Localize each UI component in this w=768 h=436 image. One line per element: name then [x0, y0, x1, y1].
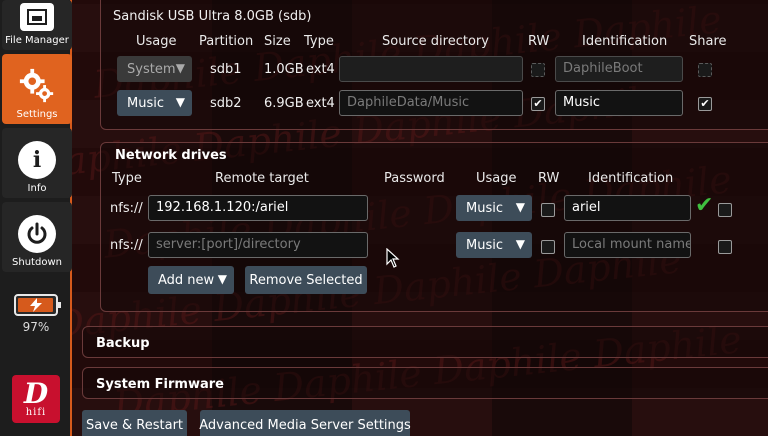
info-icon: i [18, 141, 56, 179]
source-input-sdb1[interactable] [339, 56, 523, 82]
battery-percent: 97% [22, 320, 50, 334]
charging-icon [30, 298, 42, 312]
caret-down-icon: ▼ [515, 237, 525, 251]
remote-target-input-2[interactable]: server:[port]/directory [148, 232, 368, 258]
partition-sdb1: sdb1 [210, 62, 242, 77]
usage-select-sdb2[interactable]: Music ▼ [117, 90, 192, 116]
add-new-dropdown[interactable]: Add new ▼ [148, 266, 234, 294]
caret-down-icon: ▼ [175, 95, 185, 109]
header-size: Size [264, 34, 291, 49]
header-net-type: Type [112, 171, 142, 186]
net-usage-select-2[interactable]: Music ▼ [456, 232, 532, 258]
battery-icon [14, 294, 61, 316]
net-identification-input-2[interactable]: Local mount name [564, 232, 691, 258]
gears-icon [18, 67, 56, 105]
sidebar: File Manager Settings i Info Shutdown 97… [0, 0, 72, 436]
net-rw-checkbox-2[interactable] [541, 240, 555, 254]
header-type: Type [304, 34, 334, 49]
sidebar-item-label: Info [27, 183, 47, 194]
sidebar-item-shutdown[interactable]: Shutdown [2, 202, 72, 272]
sidebar-item-label: File Manager [5, 35, 69, 46]
header-remote-target: Remote target [215, 171, 309, 186]
system-firmware-panel[interactable]: System Firmware [82, 367, 768, 399]
power-icon [18, 215, 56, 253]
rw-checkbox-sdb1[interactable] [531, 63, 545, 77]
caret-down-icon: ▼ [175, 61, 185, 75]
sidebar-item-settings[interactable]: Settings [2, 54, 72, 124]
type-sdb1: ext4 [306, 62, 335, 77]
net-rw-checkbox-1[interactable] [541, 203, 555, 217]
mouse-cursor-icon [386, 248, 400, 268]
caret-down-icon: ▼ [515, 200, 525, 214]
net-usage-select-1[interactable]: Music ▼ [456, 195, 532, 221]
rw-checkbox-sdb2[interactable]: ✔ [531, 97, 545, 111]
header-net-identification: Identification [588, 171, 674, 186]
advanced-media-server-settings-button[interactable]: Advanced Media Server Settings [199, 410, 411, 436]
size-sdb1: 1.0GB [264, 62, 304, 77]
header-usage: Usage [136, 34, 177, 49]
source-input-sdb2[interactable]: DaphileData/Music [339, 90, 523, 116]
identification-input-sdb2[interactable]: Music [555, 90, 683, 116]
caret-down-icon: ▼ [217, 272, 227, 286]
net-identification-input-1[interactable]: ariel [564, 195, 691, 221]
header-password: Password [384, 171, 445, 186]
net-select-checkbox-1[interactable] [718, 203, 732, 217]
network-drives-title: Network drives [115, 148, 227, 163]
header-net-rw: RW [538, 171, 560, 186]
sidebar-item-label: Settings [16, 109, 58, 120]
header-share: Share [689, 34, 727, 49]
sidebar-item-label: Shutdown [12, 257, 62, 268]
remote-target-input-1[interactable]: 192.168.1.120:/ariel [148, 195, 368, 221]
folder-icon [20, 3, 54, 31]
header-identification: Identification [582, 34, 668, 49]
net-select-checkbox-2[interactable] [718, 240, 732, 254]
header-net-usage: Usage [476, 171, 517, 186]
net-type-2: nfs:// [110, 238, 143, 253]
backup-panel[interactable]: Backup [82, 326, 768, 358]
header-source: Source directory [382, 34, 489, 49]
type-sdb2: ext4 [306, 96, 335, 111]
identification-input-sdb1[interactable]: DaphileBoot [555, 56, 683, 82]
daphile-logo: D hifi [12, 375, 60, 423]
sidebar-item-file-manager[interactable]: File Manager [2, 0, 72, 50]
header-partition: Partition [199, 34, 254, 49]
device-title: Sandisk USB Ultra 8.0GB (sdb) [113, 9, 312, 24]
share-checkbox-sdb2[interactable]: ✔ [698, 97, 712, 111]
share-checkbox-sdb1[interactable] [698, 63, 712, 77]
save-restart-button[interactable]: Save & Restart [82, 410, 187, 436]
remove-selected-button[interactable]: Remove Selected [245, 266, 367, 294]
partition-sdb2: sdb2 [210, 96, 242, 111]
sidebar-item-info[interactable]: i Info [2, 128, 72, 198]
size-sdb2: 6.9GB [264, 96, 304, 111]
usage-select-sdb1[interactable]: System ▼ [117, 56, 192, 82]
header-rw: RW [528, 34, 550, 49]
system-firmware-title: System Firmware [96, 377, 224, 392]
backup-title: Backup [96, 336, 150, 351]
net-type-1: nfs:// [110, 201, 143, 216]
mount-ok-check-icon: ✔ [695, 193, 714, 218]
